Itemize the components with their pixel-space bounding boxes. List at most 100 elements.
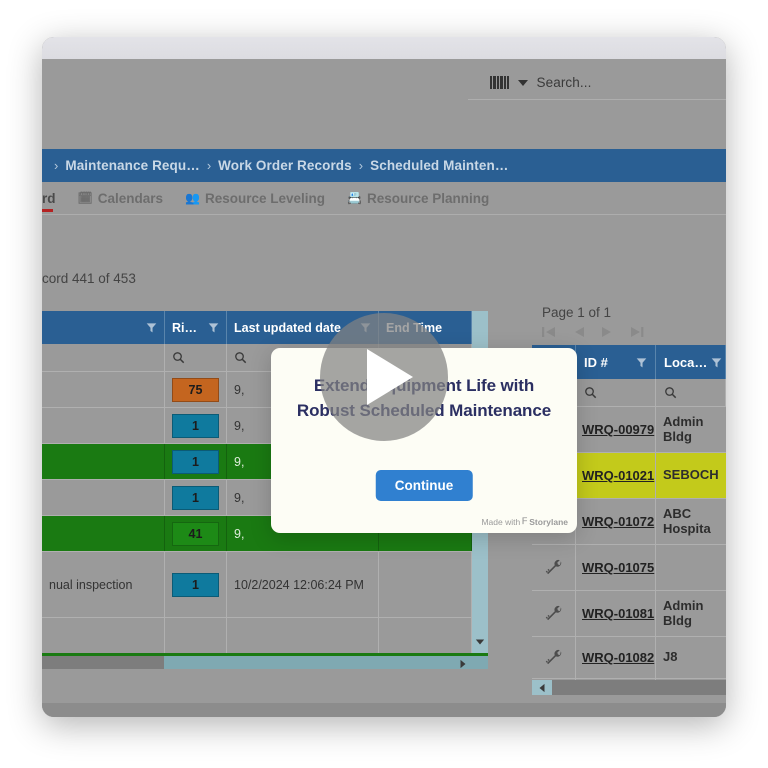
cell-risk: 1 (165, 444, 227, 479)
search-bar[interactable]: Search... (468, 75, 726, 100)
record-link[interactable]: WRQ-01021 (582, 468, 654, 483)
search-icon[interactable] (584, 386, 597, 399)
cell-description: nual inspection (42, 552, 165, 617)
grid-filter-risk[interactable] (165, 344, 227, 371)
table-row-empty (42, 618, 488, 656)
search-icon[interactable] (664, 386, 677, 399)
list-item-location: Admin Bldg (663, 597, 704, 628)
search-input[interactable]: Search... (537, 75, 592, 90)
list-item[interactable]: WRQ-01081 Admin Bldg (532, 591, 726, 637)
tab-label: Calendars (97, 190, 164, 206)
breadcrumb-item-scheduled-maintenance[interactable]: Scheduled Mainten… (370, 158, 508, 173)
play-icon[interactable] (320, 313, 448, 441)
badge-brand: Storylane (529, 516, 568, 527)
record-link[interactable]: WRQ-01075 (582, 560, 654, 575)
filter-icon[interactable] (208, 322, 219, 333)
breadcrumb-separator: › (54, 158, 59, 173)
tab-label: rd (42, 190, 56, 206)
app-header: Search... (42, 59, 726, 123)
breadcrumb: › Maintenance Requ… › Work Order Records… (42, 149, 726, 182)
list-item-location: J8 (663, 649, 678, 665)
list-item-id-cell[interactable]: WRQ-01021 (576, 453, 656, 498)
list-column-header-id[interactable]: ID # (576, 345, 656, 379)
wrench-icon (532, 637, 576, 678)
pagination-controls (532, 320, 726, 345)
grid-column-header-blank[interactable] (42, 311, 165, 344)
record-link[interactable]: WRQ-00979 (582, 422, 654, 437)
filter-icon[interactable] (146, 322, 157, 333)
browser-window: Search... › Maintenance Requ… › Work Ord… (42, 37, 726, 717)
chevron-left-icon[interactable] (532, 680, 552, 695)
risk-badge: 75 (172, 377, 219, 402)
last-page-icon[interactable] (630, 326, 644, 338)
list-item-id-cell[interactable]: WRQ-01072 (576, 499, 656, 544)
record-link[interactable]: WRQ-01081 (582, 606, 654, 621)
storylane-badge[interactable]: Made with ᖴ Storylane (481, 516, 568, 527)
chevron-down-icon[interactable] (517, 79, 528, 86)
search-icon[interactable] (234, 351, 247, 364)
list-item-location: SEBOCH (663, 467, 719, 483)
breadcrumb-item-work-order-records[interactable]: Work Order Records (218, 158, 352, 173)
continue-button[interactable]: Continue (375, 470, 473, 501)
search-icon[interactable] (172, 351, 185, 364)
grid-filter-blank[interactable] (42, 344, 165, 371)
list-filter-location[interactable] (656, 379, 726, 406)
wrench-icon (532, 545, 576, 590)
filter-icon[interactable] (636, 357, 647, 368)
window-bottom-bar (42, 703, 726, 717)
next-page-icon[interactable] (601, 326, 614, 338)
list-item[interactable]: WRQ-01082 J8 (532, 637, 726, 679)
breadcrumb-separator: › (358, 158, 364, 173)
tab-dashboard[interactable]: rd (42, 182, 67, 214)
id-card-icon: 📇 (347, 191, 362, 205)
breadcrumb-item-maintenance-requests[interactable]: Maintenance Requ… (65, 158, 199, 173)
chevron-right-icon[interactable] (458, 659, 468, 669)
list-item-id-cell[interactable]: WRQ-01081 (576, 591, 656, 636)
list-item[interactable]: WRQ-01075 (532, 545, 726, 591)
cell-risk: 75 (165, 372, 227, 407)
tab-resource-leveling[interactable]: 👥 Resource Leveling (174, 182, 336, 214)
filter-icon[interactable] (711, 357, 722, 368)
cell-risk: 1 (165, 552, 227, 617)
list-item-id-cell[interactable]: WRQ-00979 (576, 407, 656, 452)
cell-description (42, 408, 165, 443)
grid-horizontal-scrollbar[interactable] (42, 653, 488, 669)
risk-badge: 1 (172, 449, 219, 474)
wrench-icon (532, 591, 576, 636)
table-row[interactable]: nual inspection 1 10/2/2024 12:06:24 PM (42, 552, 488, 618)
record-counter: cord 441 of 453 (42, 271, 136, 286)
risk-badge: 1 (172, 572, 219, 597)
list-item-location: ABC Hospita (663, 505, 711, 536)
window-title-bar (42, 37, 726, 59)
cell-end-time (379, 552, 472, 617)
list-horizontal-scrollbar[interactable] (540, 680, 726, 695)
risk-badge: 1 (172, 413, 219, 438)
list-item-id-cell[interactable]: WRQ-01082 (576, 637, 656, 678)
cell-risk: 1 (165, 480, 227, 515)
chevron-down-icon[interactable] (475, 637, 485, 647)
list-filter-id[interactable] (576, 379, 656, 406)
cell-description (42, 480, 165, 515)
list-item-id-cell[interactable]: WRQ-01075 (576, 545, 656, 590)
grid-column-header-risk[interactable]: Ri… (165, 311, 227, 344)
first-page-icon[interactable] (542, 326, 556, 338)
record-link[interactable]: WRQ-01082 (582, 650, 654, 665)
scrollbar-thumb[interactable] (42, 656, 164, 669)
cell-risk: 1 (165, 408, 227, 443)
list-column-header-location[interactable]: Loca… (656, 345, 726, 379)
tab-calendars[interactable]: 🗓 Calendars (67, 182, 175, 214)
tab-resource-planning[interactable]: 📇 Resource Planning (336, 182, 500, 214)
cell-description (42, 372, 165, 407)
breadcrumb-separator: › (206, 158, 212, 173)
barcode-icon[interactable] (490, 76, 509, 89)
people-icon: 👥 (185, 191, 200, 205)
risk-badge: 1 (172, 485, 219, 510)
record-link[interactable]: WRQ-01072 (582, 514, 654, 529)
tab-label: Resource Leveling (204, 190, 326, 206)
calendar-icon: 🗓 (77, 191, 93, 205)
list-item-location: Admin Bldg (663, 413, 704, 444)
tab-strip: rd 🗓 Calendars 👥 Resource Leveling 📇 Res… (42, 182, 726, 215)
page-indicator: Page 1 of 1 (542, 305, 612, 320)
prev-page-icon[interactable] (572, 326, 585, 338)
badge-prefix: Made with (481, 516, 521, 527)
